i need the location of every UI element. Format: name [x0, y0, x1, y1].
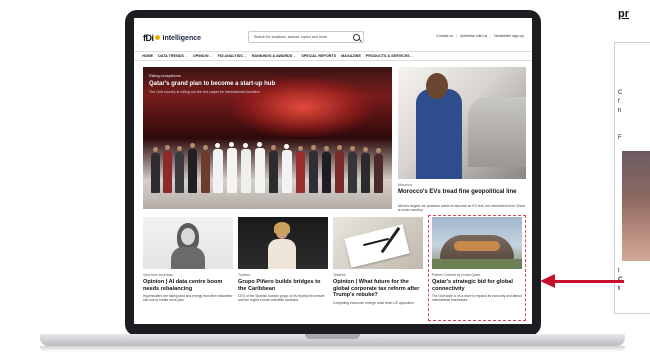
- side-story-image[interactable]: [398, 67, 526, 179]
- main-nav: HOME DATA TRENDS⌄ OPINION⌄ FDI ANALYSIS⌄…: [134, 51, 532, 61]
- story-card-title[interactable]: Opinion | What future for the global cor…: [333, 279, 423, 299]
- story-card-description: Hyperscalers are taking land and energy …: [143, 294, 233, 303]
- nav-opinion[interactable]: OPINION⌄: [193, 54, 213, 58]
- car-body-shape: [468, 97, 526, 167]
- right-page-text: t: [618, 286, 620, 292]
- story-card[interactable]: Tourism Grupo Piñero builds bridges to t…: [238, 217, 328, 302]
- logo-mark: fDi: [143, 33, 160, 43]
- story-card-image: [143, 217, 233, 269]
- laptop-shadow: [40, 346, 625, 352]
- story-card-description: CEO of the Spanish tourism group on its …: [238, 294, 325, 303]
- right-page-text: h: [618, 108, 622, 114]
- divider: |: [490, 34, 492, 38]
- side-story-kicker: Morocco: [398, 183, 412, 187]
- right-page-title-fragment: pr: [618, 8, 629, 20]
- right-page-text: C: [618, 90, 623, 96]
- pointer-arrow-line: [554, 280, 624, 283]
- worker-face-shape: [426, 73, 448, 99]
- story-card-description: The Gulf state is on a drive to expand i…: [432, 294, 522, 303]
- hero-kicker: Rising ecosystems: [149, 74, 181, 78]
- nav-special-reports[interactable]: SPECIAL REPORTS: [301, 54, 336, 58]
- nav-magazine[interactable]: MAGAZINE: [341, 54, 361, 58]
- right-page-text: t: [618, 268, 620, 274]
- chevron-down-icon: ⌄: [410, 54, 414, 58]
- chevron-down-icon: ⌄: [243, 54, 247, 58]
- story-card-title[interactable]: Opinion | AI data centre boom needs reba…: [143, 279, 233, 292]
- hero-subtitle: The Gulf country is rolling out the red …: [149, 90, 260, 94]
- story-card[interactable]: View from Americas Opinion | AI data cen…: [143, 217, 233, 302]
- laptop-notch: [305, 334, 360, 339]
- hero-title[interactable]: Qatar's grand plan to become a start-up …: [149, 81, 349, 87]
- top-links: Contact us | Advertise with us | Newslet…: [436, 34, 524, 38]
- search-placeholder: Search for locations, sectors, topics an…: [254, 35, 327, 39]
- right-page-text: F: [618, 135, 622, 141]
- contact-link[interactable]: Contact us: [436, 34, 453, 38]
- worker-shape: [416, 89, 462, 179]
- hero-story[interactable]: Rising ecosystems Qatar's grand plan to …: [143, 67, 392, 209]
- search-input[interactable]: Search for locations, sectors, topics an…: [248, 31, 364, 43]
- story-card[interactable]: Taxation Opinion | What future for the g…: [333, 217, 423, 305]
- search-icon[interactable]: [353, 34, 360, 41]
- advertise-link[interactable]: Advertise with us: [460, 34, 487, 38]
- story-card-image: [432, 217, 522, 269]
- story-card-title[interactable]: Grupo Piñero builds bridges to the Carib…: [238, 279, 328, 292]
- story-card-image: [238, 217, 328, 269]
- story-card-description: Competing economic emerge amid fresh US …: [333, 300, 414, 305]
- chevron-down-icon: ⌄: [209, 54, 213, 58]
- chevron-down-icon: ⌄: [293, 54, 297, 58]
- right-page-image: [622, 151, 650, 261]
- laptop-frame: fDi Intelligence Search for locations, s…: [0, 0, 650, 360]
- story-card-kicker: Partner Content by Invest Qatar: [432, 273, 480, 277]
- side-story-title[interactable]: Morocco's EVs tread fine geopolitical li…: [398, 189, 526, 196]
- divider: |: [456, 34, 458, 38]
- newsletter-link[interactable]: Newsletter sign-up: [494, 34, 524, 38]
- nav-data-trends[interactable]: DATA TRENDS⌄: [158, 54, 188, 58]
- story-card-kicker: View from Americas: [143, 273, 173, 277]
- nav-products-services[interactable]: PRODUCTS & SERVICES⌄: [366, 54, 414, 58]
- laptop-screen: fDi Intelligence Search for locations, s…: [134, 18, 532, 324]
- story-card-image: [333, 217, 423, 269]
- story-card-title[interactable]: Qatar's strategic bid for global connect…: [432, 279, 522, 292]
- site-logo[interactable]: fDi Intelligence: [143, 33, 201, 43]
- partner-story-card[interactable]: Partner Content by Invest Qatar Qatar's …: [432, 217, 522, 302]
- side-story-description: Africa's largest car producer wants to b…: [398, 204, 525, 213]
- nav-fdi-analysis[interactable]: FDI ANALYSIS⌄: [218, 54, 247, 58]
- chevron-down-icon: ⌄: [184, 54, 188, 58]
- story-card-kicker: Taxation: [333, 273, 346, 277]
- nav-rankings-awards[interactable]: RANKINGS & AWARDS⌄: [252, 54, 297, 58]
- nav-home[interactable]: HOME: [142, 54, 153, 58]
- logo-text: Intelligence: [162, 34, 202, 42]
- pointer-arrow-icon: [540, 274, 555, 288]
- story-card-kicker: Tourism: [238, 273, 250, 277]
- right-page-text: f: [618, 99, 620, 105]
